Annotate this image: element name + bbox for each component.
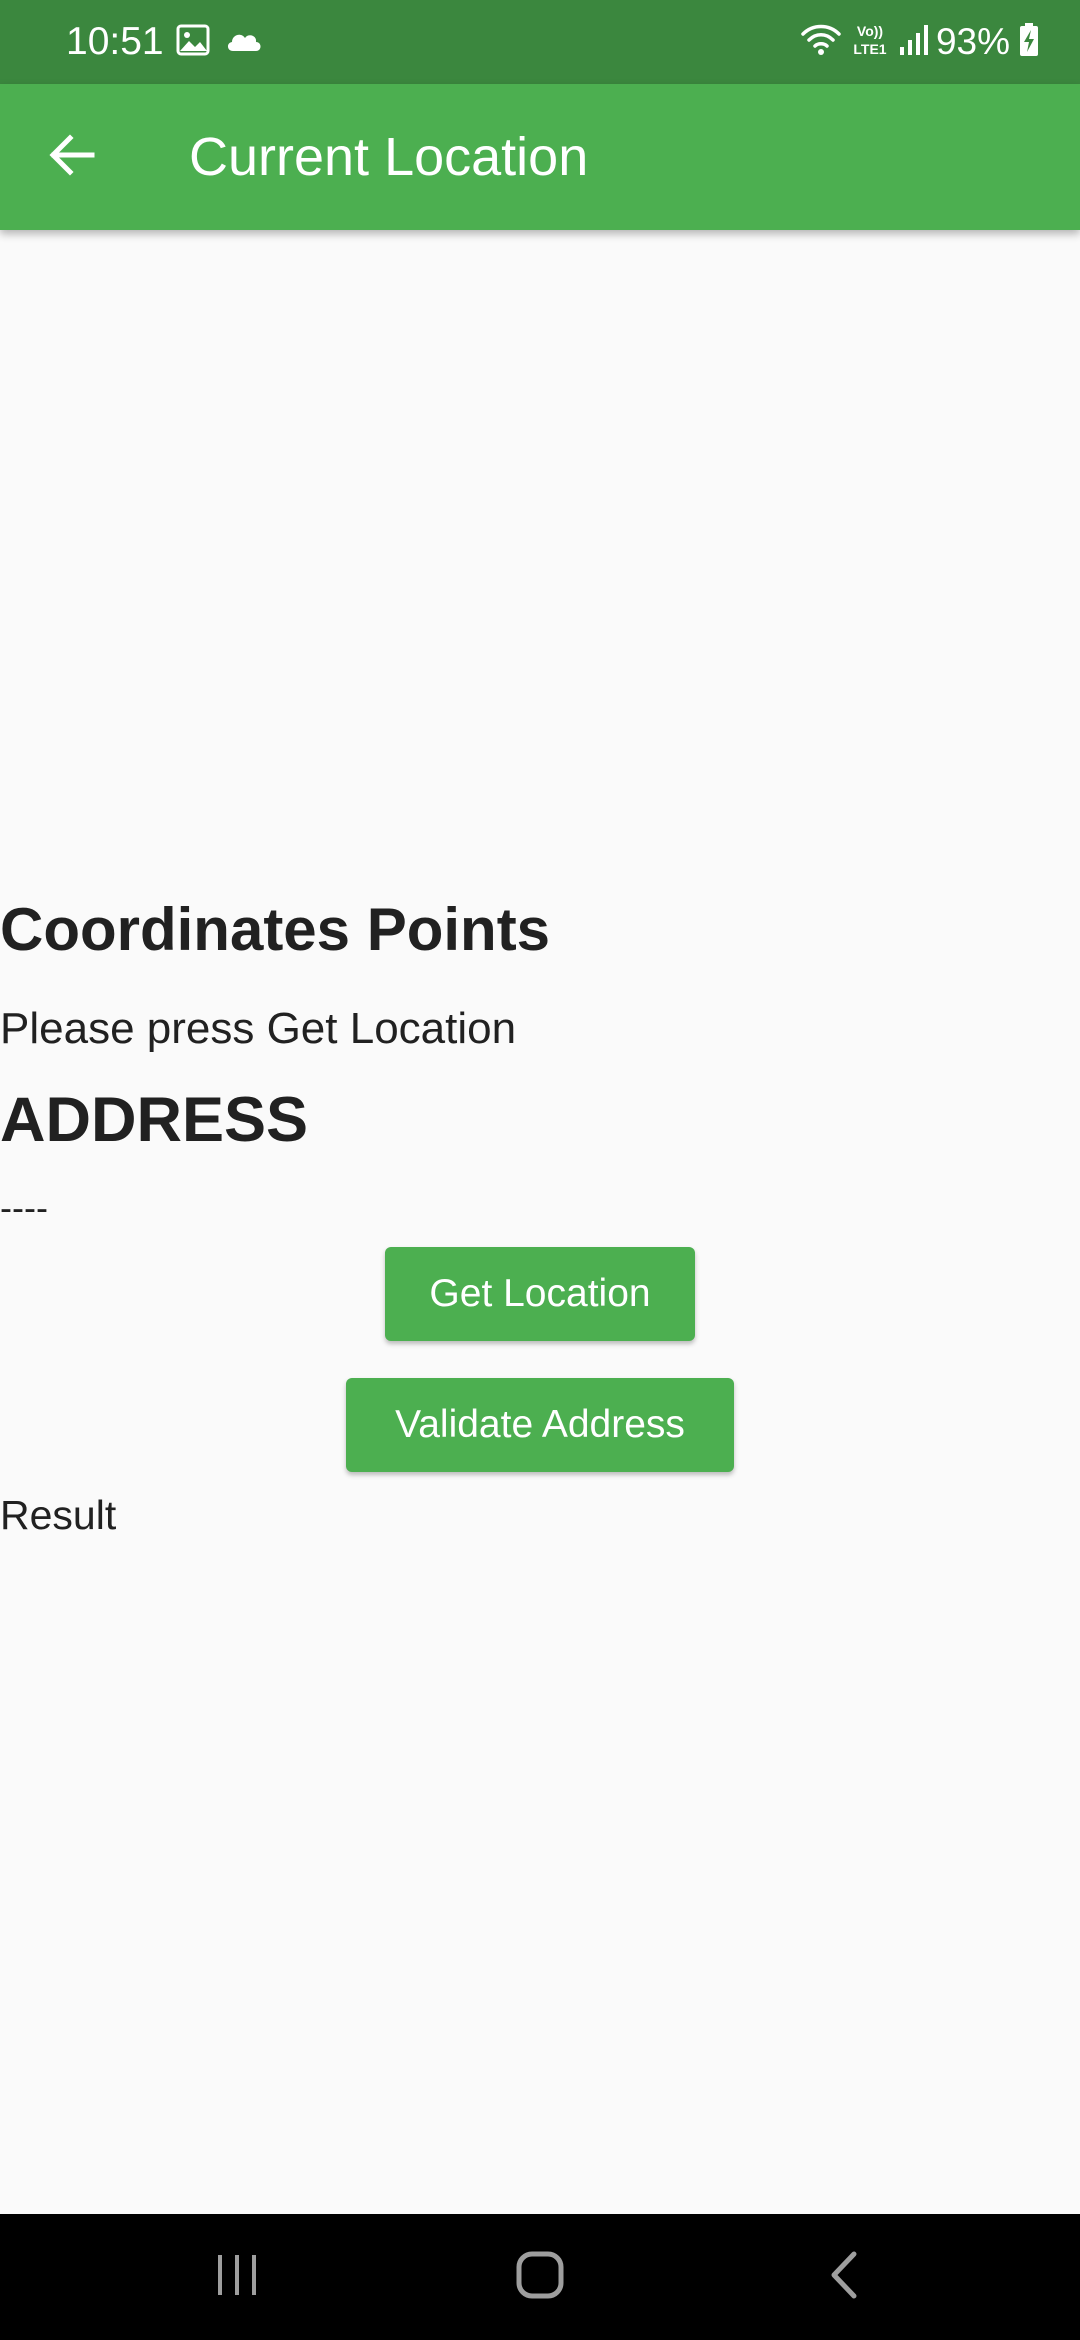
svg-text:Vo)): Vo)) [857, 23, 883, 39]
status-time: 10:51 [66, 20, 164, 63]
navigation-bar [0, 2214, 1080, 2340]
home-button[interactable] [490, 2237, 590, 2317]
battery-percentage: 93% [935, 21, 1010, 62]
address-heading: ADDRESS [0, 1085, 309, 1155]
coordinates-heading: Coordinates Points [0, 896, 551, 963]
page-title: Current Location [189, 127, 589, 187]
battery-charging-icon [1018, 22, 1040, 63]
status-right: Vo)) LTE1 93% [800, 18, 1040, 66]
back-icon [826, 2250, 860, 2305]
svg-text:LTE1: LTE1 [853, 41, 886, 57]
status-left-icons [176, 22, 264, 62]
recents-button[interactable] [187, 2237, 287, 2317]
main-content: Coordinates Points Please press Get Loca… [0, 230, 1080, 2214]
address-value: ---- [0, 1187, 48, 1228]
image-icon [176, 24, 210, 61]
wifi-icon [800, 22, 842, 63]
recents-icon [214, 2253, 260, 2302]
volte-icon: Vo)) LTE1 [850, 21, 890, 64]
app-bar: Current Location [0, 84, 1080, 230]
signal-icon [898, 23, 928, 62]
status-bar: 10:51 Vo)) LTE1 93% [0, 0, 1080, 84]
result-text: Result [0, 1492, 117, 1538]
nav-back-button[interactable] [793, 2237, 893, 2317]
validate-address-button[interactable]: Validate Address [346, 1378, 734, 1472]
home-icon [515, 2250, 565, 2305]
coordinates-value: Please press Get Location [0, 1004, 517, 1053]
arrow-back-icon [48, 133, 96, 182]
screen: 10:51 Vo)) LTE1 93% Current Location Coo… [0, 0, 1080, 2340]
back-button[interactable] [36, 121, 108, 193]
cloud-icon [224, 27, 264, 58]
get-location-button[interactable]: Get Location [385, 1247, 695, 1341]
